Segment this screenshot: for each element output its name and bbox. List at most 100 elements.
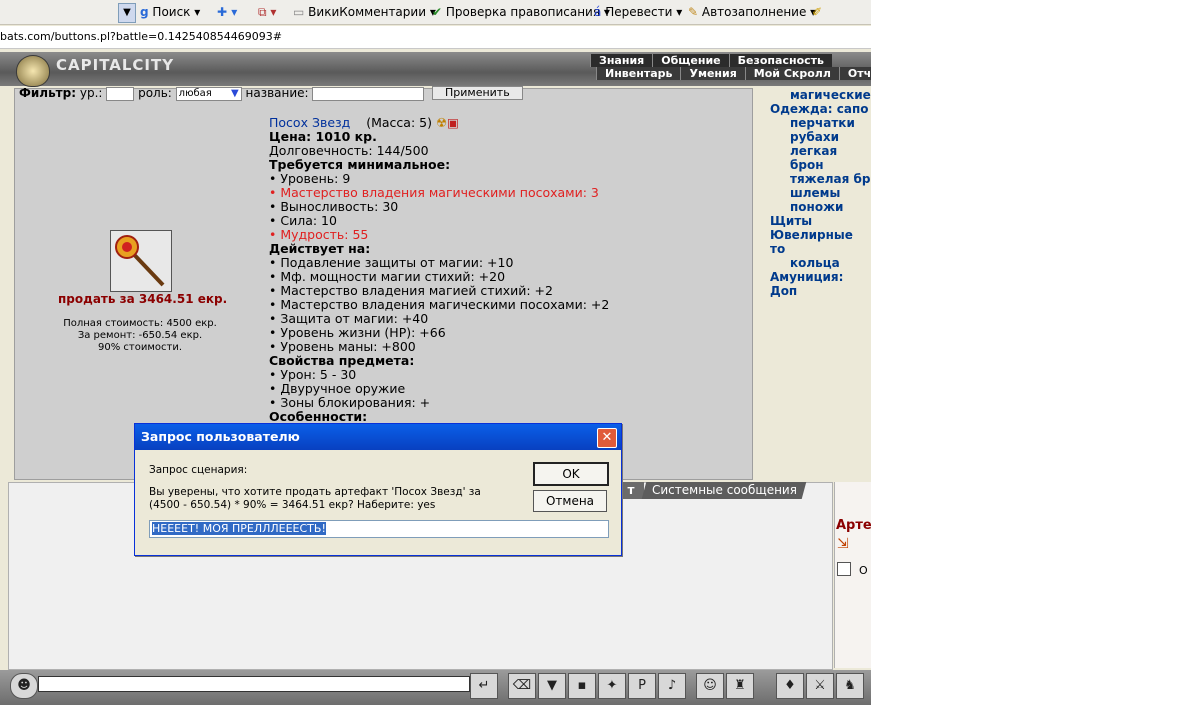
requirement-item: • Мудрость: 55 [269,227,369,242]
close-icon[interactable]: ✕ [597,428,617,448]
autofill-button[interactable]: ✎ Автозаполнение ▾ [688,3,816,21]
chat-head-icon[interactable]: ☻ [10,673,38,699]
filter-icon[interactable]: ▼ [538,673,566,699]
music-icon[interactable]: ♪ [658,673,686,699]
eraser-icon[interactable]: ⌫ [508,673,536,699]
game-logo: CAPITALCITY [56,56,175,74]
effect-item: • Защита от магии: +40 [269,311,429,326]
nav-top: Знания Общение Безопасность [590,54,832,67]
sidebar-category-item[interactable]: шлемы [770,186,871,200]
nav-inventory[interactable]: Инвентарь [596,67,681,80]
wiki-comments-button[interactable]: ▭ ВикиКомментарии ▾ [293,3,436,21]
user-prompt-dialog: Запрос пользователю ✕ Запрос сценария: В… [134,423,622,556]
nav-knowledge[interactable]: Знания [590,54,653,67]
nav-security[interactable]: Безопасность [728,54,832,67]
cost-info: Полная стоимость: 4500 екр. За ремонт: -… [40,318,240,354]
requirement-item: • Уровень: 9 [269,171,351,186]
sidebar-category-item[interactable]: перчатки [770,116,871,130]
save-icon[interactable]: ▪ [568,673,596,699]
property-item: • Двуручное оружие [269,381,406,396]
clan-icon[interactable]: ♜ [726,673,754,699]
google-g-icon: g [140,5,149,19]
properties-list: • Урон: 5 - 30 • Двуручное оружие • Зоны б… [269,368,609,410]
artifact-panel-label: Арте [836,518,871,533]
popup-blocker-icon[interactable]: ⧉ ▾ [258,3,276,21]
ok-button[interactable]: OK [533,462,609,486]
effect-item: • Мф. мощности магии стихий: +20 [269,269,506,284]
dialog-titlebar: Запрос пользователю ✕ [135,424,621,450]
nav-skills[interactable]: Умения [680,67,745,80]
effect-item: • Мастерство владения магическими посоха… [269,297,610,312]
dialog-input[interactable]: НЕЕЕЕТ! МОЯ ПРЕЛЛЛЕЕЕСТЬ! [149,520,609,538]
chevron-down-icon: ▼ [230,87,239,99]
effect-item: • Уровень жизни (HP): +66 [269,325,446,340]
spellcheck-label: Проверка правописания [445,5,601,19]
features-header: Особенности: [269,409,368,424]
item-name[interactable]: Посох Звезд [269,115,350,130]
role-value: любая [178,87,212,99]
sidebar-category-item[interactable]: Щиты [770,214,871,228]
artifact-panel: Арте ⇲ О [834,482,871,668]
full-cost: Полная стоимость: 4500 екр. [63,318,217,329]
sidebar-category-item[interactable]: Амуниция: Доп [770,270,871,298]
sidebar-category-item[interactable]: рубахи [770,130,871,144]
autofill-label: Автозаполнение [701,5,807,19]
effect-item: • Подавление защиты от магии: +10 [269,255,514,270]
filter-bar: Фильтр: ур.: роль: любая ▼ название: [19,86,425,101]
option-label: О [859,564,868,577]
send-icon[interactable]: ↵ [470,673,498,699]
search-button[interactable]: g Поиск ▾ [140,3,200,21]
cancel-button[interactable]: Отмена [533,490,607,512]
artifact-icon: ☢ [435,115,448,130]
dialog-title: Запрос пользователю [141,429,300,444]
item-price: Цена: 1010 кр. [269,129,377,144]
comment-icon: ▭ [293,5,305,19]
dialog-label: Запрос сценария: [149,464,248,476]
property-item: • Зоны блокирования: + [269,395,431,410]
arrow-icon[interactable]: ⇲ [837,536,849,552]
plus-icon[interactable]: ✚ ▾ [217,3,237,21]
item-description: Посох Звезд (Масса: 5) ☢▣ Цена: 1010 кр.… [269,116,609,424]
chat-input[interactable] [38,676,470,692]
sidebar-category-item[interactable]: легкая брон [770,144,871,172]
requirements-list: • Уровень: 9 • Мастерство владения магиче… [269,172,609,242]
apply-button[interactable]: Применить [432,86,523,100]
sidebar-category-item[interactable]: тяжелая бр [770,172,871,186]
sell-link[interactable]: продать за 3464.51 екр. [58,292,227,306]
nav-communication[interactable]: Общение [652,54,729,67]
dropdown-arrow-icon[interactable]: ▼ [118,3,136,23]
nav-my-scroll[interactable]: Мой Скролл [744,67,839,80]
spellcheck-icon: ✔ [432,5,443,19]
nav-report[interactable]: Отчет о пер [838,67,871,80]
requires-header: Требуется минимальное: [269,157,451,172]
sidebar-category-item[interactable]: Ювелирные то [770,228,871,256]
highlight-icon[interactable]: ✐ [812,3,822,21]
bag-icon[interactable]: ♦ [776,673,804,699]
sidebar-category-item[interactable]: поножи [770,200,871,214]
property-item: • Урон: 5 - 30 [269,367,357,382]
helmet-icon[interactable]: ♞ [836,673,864,699]
item-durability: Долговечность: 144/500 [269,143,429,158]
nav-bottom: ИнвентарьУменияМой СкроллОтчет о пер [596,67,871,80]
name-input[interactable] [312,86,425,101]
option-checkbox[interactable] [837,562,851,576]
address-bar[interactable]: bats.com/buttons.pl?battle=0.14254085446… [0,26,871,49]
sword-icon[interactable]: ⚔ [806,673,834,699]
sidebar-category-item[interactable]: кольца [770,256,871,270]
props-header: Свойства предмета: [269,353,415,368]
private-icon[interactable]: P [628,673,656,699]
spellcheck-button[interactable]: ✔ Проверка правописания ▾ [432,3,610,21]
requirement-item: • Сила: 10 [269,213,337,228]
sidebar-category-item[interactable]: Одежда: сапо [770,102,871,116]
role-select[interactable]: любая ▼ [175,86,242,101]
level-input[interactable] [106,86,135,101]
name-label: название: [245,86,309,100]
fighter-icon[interactable]: ✦ [598,673,626,699]
percent-cost: 90% стоимости. [97,342,182,353]
smiley-icon[interactable]: ☺ [696,673,724,699]
translate-button[interactable]: á Перевести ▾ [594,3,682,21]
requirement-item: • Мастерство владения магическими посоха… [269,185,599,200]
dialog-input-value: НЕЕЕЕТ! МОЯ ПРЕЛЛЛЕЕЕСТЬ! [152,522,326,535]
tab-system-messages[interactable]: Системные сообщения [641,482,807,499]
sidebar-category-item[interactable]: магические [770,88,871,102]
